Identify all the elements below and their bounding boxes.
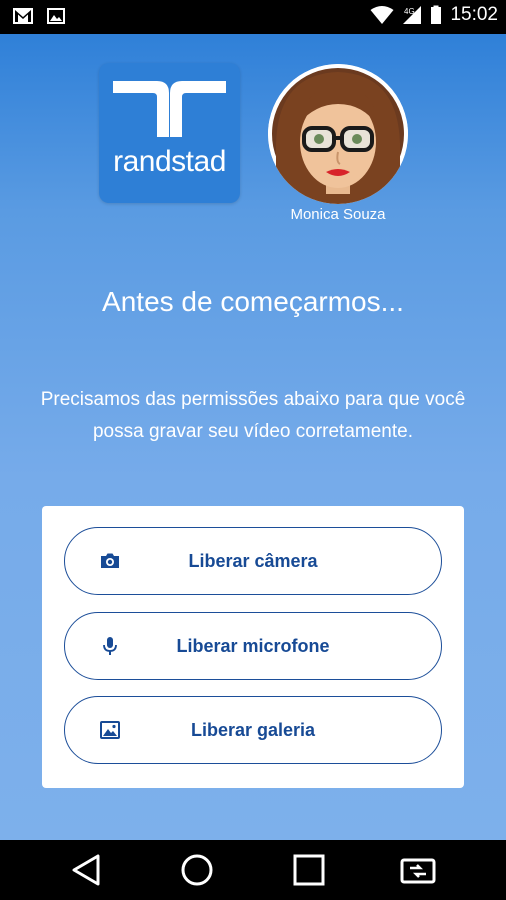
allow-camera-label: Liberar câmera xyxy=(188,550,318,571)
signal-icon: 4G xyxy=(403,6,422,24)
navigation-bar xyxy=(0,840,506,900)
battery-icon xyxy=(431,5,442,24)
randstad-mark-icon xyxy=(113,81,226,137)
allow-microphone-label: Liberar microfone xyxy=(176,635,330,656)
permissions-screen: randstad Monica Souza Antes de começarmo… xyxy=(0,34,506,840)
status-bar: 4G 15:02 xyxy=(0,0,506,34)
allow-microphone-button[interactable]: Liberar microfone xyxy=(64,612,442,680)
wifi-icon xyxy=(370,6,394,24)
recruiter-avatar xyxy=(268,64,408,204)
microphone-icon xyxy=(103,637,117,655)
clock: 15:02 xyxy=(450,4,498,25)
allow-gallery-button[interactable]: Liberar galeria xyxy=(64,696,442,764)
notification-icons xyxy=(12,7,66,25)
allow-gallery-label: Liberar galeria xyxy=(190,719,316,740)
randstad-logo: randstad xyxy=(99,63,240,203)
svg-text:4G: 4G xyxy=(404,7,415,16)
home-icon[interactable] xyxy=(175,850,219,890)
logo-wordmark: randstad xyxy=(113,145,226,178)
permissions-card: Liberar câmera Liberar microfone Liberar… xyxy=(42,506,464,788)
gmail-icon xyxy=(13,8,33,24)
recruiter-name: Monica Souza xyxy=(290,206,386,223)
image-icon xyxy=(100,721,120,739)
gallery-icon xyxy=(47,8,65,24)
allow-camera-button[interactable]: Liberar câmera xyxy=(64,527,442,595)
system-icons: 4G 15:02 xyxy=(370,4,498,26)
screen-rotate-icon[interactable] xyxy=(396,850,440,890)
back-icon[interactable] xyxy=(66,850,110,890)
avatar-illustration xyxy=(268,64,408,204)
permissions-description: Precisamos das permissões abaixo para qu… xyxy=(40,389,466,442)
page-title: Antes de começarmos... xyxy=(102,286,404,317)
recents-icon[interactable] xyxy=(287,850,331,890)
camera-icon xyxy=(101,553,119,568)
